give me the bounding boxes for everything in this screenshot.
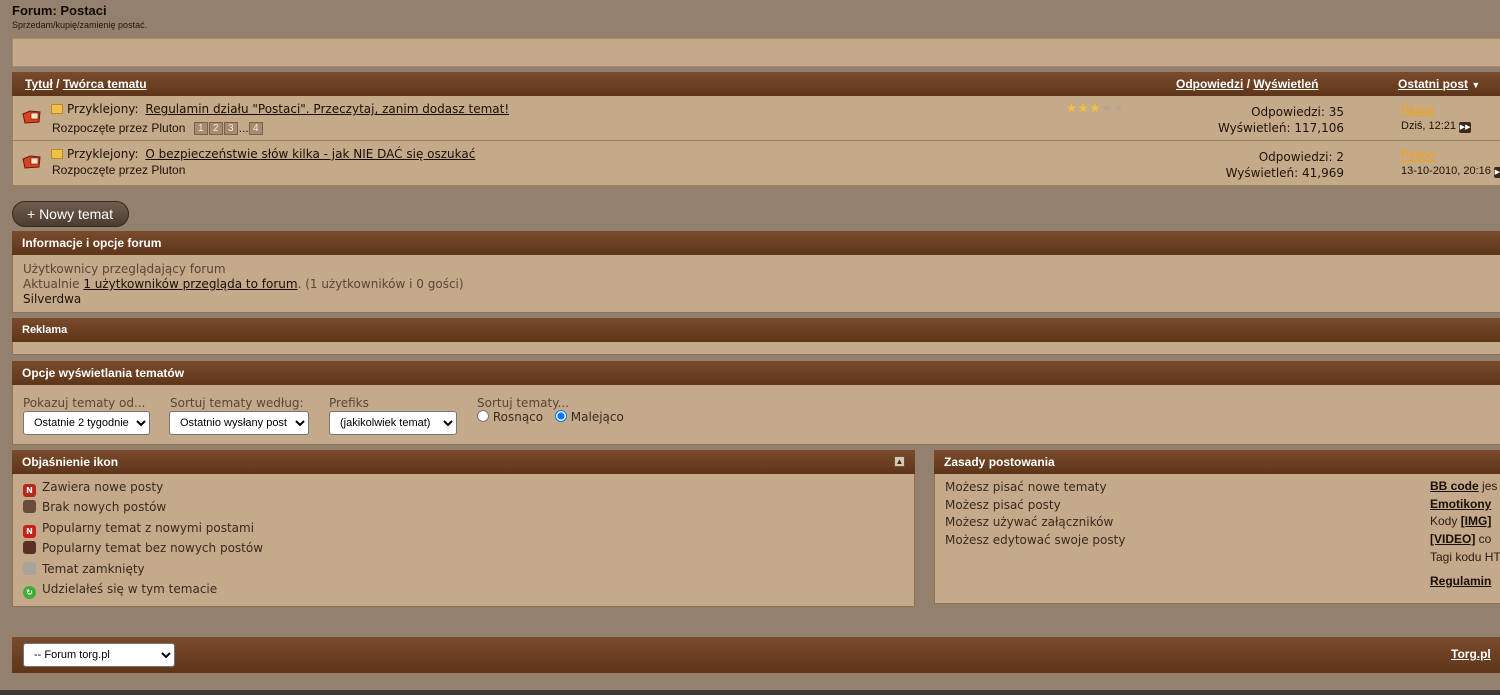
posting-rules-header: Zasady postowania (934, 450, 1500, 474)
thread-views: Wyświetleń: 41,969 (1225, 166, 1344, 180)
prefix-select[interactable]: (jakikolwiek temat) (329, 411, 457, 435)
icon-legend-section: Objaśnienie ikon ▲ N Zawiera nowe posty B… (12, 450, 915, 607)
video-status: co (1475, 532, 1492, 546)
viewing-user: Silverdwa (23, 292, 82, 306)
forum-rules-link[interactable]: Regulamin (1430, 574, 1491, 588)
hot-new-posts-icon: N (23, 525, 36, 538)
header-separator: / (1246, 77, 1251, 91)
legend-item-label: Udzielałeś się w tym temacie (42, 582, 218, 596)
bottom-strip (0, 690, 1500, 695)
ad-section: Reklama (12, 318, 1500, 355)
display-options-section: Opcje wyświetlania tematów Pokazuj temat… (12, 361, 1500, 445)
sort-by-select[interactable]: Ostatnio wysłany post (169, 411, 309, 435)
posted-in-icon: ↻ (23, 586, 36, 599)
sort-order-label: Sortuj tematy... (477, 396, 570, 410)
img-prefix: Kody (1430, 514, 1461, 528)
users-viewing-label: Użytkownicy przeglądający forum (23, 262, 226, 276)
empty-bar (12, 38, 1500, 67)
last-post-user-link[interactable]: Pluton (1401, 148, 1435, 162)
legend-item-label: Temat zamknięty (42, 562, 145, 576)
legend-item-label: Zawiera nowe posty (42, 480, 164, 494)
sort-by-label: Sortuj tematy według: (170, 396, 304, 410)
forum-info-section: Informacje i opcje forum Użytkownicy prz… (12, 231, 1500, 313)
sort-asc-radio[interactable] (477, 410, 489, 422)
no-new-posts-icon (23, 500, 36, 513)
lock-icon (23, 562, 36, 575)
legend-item-label: Popularny temat bez nowych postów (42, 541, 264, 555)
collapse-icon[interactable]: ▲ (894, 456, 905, 467)
forum-description: Sprzedam/kupię/zamienię postać. (12, 20, 148, 30)
ad-header: Reklama (12, 318, 1500, 342)
go-to-last-post-icon[interactable]: ▶▶ (1493, 167, 1500, 178)
forum-jump-select[interactable]: -- Forum torg.pl (23, 643, 175, 667)
sort-desc-label: Malejąco (570, 410, 624, 424)
new-topic-button[interactable]: + Nowy temat (12, 201, 129, 227)
emoticons-link[interactable]: Emotikony (1430, 497, 1491, 511)
users-viewing-link[interactable]: 1 użytkowników przegląda to forum (83, 277, 297, 291)
sort-last-post-link[interactable]: Ostatni post (1398, 77, 1468, 91)
show-from-label: Pokazuj tematy od... (23, 396, 146, 410)
legend-item-label: Brak nowych postów (42, 500, 167, 514)
prefix-label: Prefiks (329, 396, 369, 410)
last-post-user-link[interactable]: Pluton (1401, 103, 1435, 117)
last-post-time: Dziś, 12:21 (1401, 120, 1457, 132)
last-post-time: 13-10-2010, 20:16 (1401, 165, 1491, 177)
thread-row: Przyklejony: O bezpieczeństwie słów kilk… (12, 141, 1500, 186)
sort-creator-link[interactable]: Twórca tematu (63, 77, 147, 91)
footer-bar: -- Forum torg.pl Torg.pl (12, 637, 1500, 673)
sort-replies-link[interactable]: Odpowiedzi (1176, 77, 1243, 91)
thread-list-header: Tytuł / Twórca tematu Odpowiedzi / Wyświ… (12, 72, 1500, 96)
show-from-select[interactable]: Ostatnie 2 tygodnie (23, 411, 150, 435)
new-posts-icon: N (23, 484, 36, 497)
html-code-status: Tagi kodu HT (1430, 550, 1500, 564)
rule-item: Możesz pisać posty (945, 498, 1061, 512)
rule-item: Możesz edytować swoje posty (945, 533, 1126, 547)
sort-views-link[interactable]: Wyświetleń (1253, 77, 1318, 91)
sort-desc-radio[interactable] (554, 410, 567, 422)
go-to-last-post-icon[interactable]: ▶▶ (1459, 122, 1472, 133)
posting-rules-section: Zasady postowania Możesz pisać nowe tema… (934, 450, 1500, 604)
rule-item: Możesz pisać nowe tematy (945, 480, 1107, 494)
thread-replies: Odpowiedzi: 35 (1251, 105, 1344, 119)
sort-asc-label: Rosnąco (492, 410, 544, 424)
header-separator: / (56, 77, 60, 91)
currently-label: Aktualnie (23, 277, 80, 291)
bbcode-status: jes (1478, 479, 1498, 493)
legend-item-label: Popularny temat z nowymi postami (42, 521, 255, 535)
icon-legend-header: Objaśnienie ikon (22, 455, 119, 469)
thread-views: Wyświetleń: 117,106 (1217, 121, 1344, 135)
forum-info-header: Informacje i opcje forum (12, 231, 1500, 255)
thread-replies: Odpowiedzi: 2 (1258, 150, 1344, 164)
sort-title-link[interactable]: Tytuł (25, 77, 53, 91)
sort-arrow-icon[interactable]: ▼ (1471, 80, 1480, 90)
thread-row: Przyklejony: Regulamin działu "Postaci".… (12, 96, 1500, 141)
forum-title: Forum: Postaci (12, 3, 107, 18)
rule-item: Możesz używać załączników (945, 515, 1114, 529)
display-options-header: Opcje wyświetlania tematów (12, 361, 1500, 385)
hot-no-new-posts-icon (23, 541, 36, 554)
img-code-link[interactable]: [IMG] (1461, 514, 1492, 528)
video-code-link[interactable]: [VIDEO] (1430, 532, 1475, 546)
torg-home-link[interactable]: Torg.pl (1451, 647, 1491, 661)
bbcode-link[interactable]: BB code (1430, 479, 1479, 493)
ad-body (12, 342, 1500, 355)
users-counts: . (1 użytkowników i 0 gości) (297, 277, 464, 291)
